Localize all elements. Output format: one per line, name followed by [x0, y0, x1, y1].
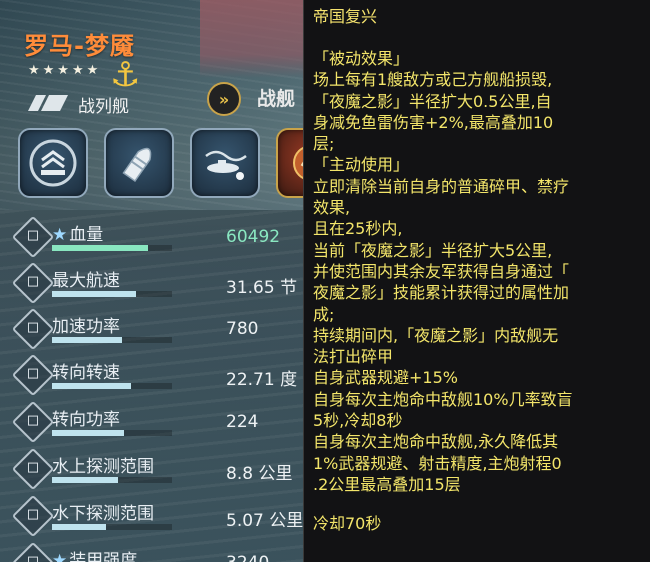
- stat-value: 5.07 公里: [226, 511, 303, 531]
- skill-tooltip: 帝国复兴 「被动效果」场上每有1艘敌方或己方舰船损毁, 「夜魔之影」半径扩大0.5…: [303, 0, 650, 562]
- stat-diamond-icon: [11, 353, 55, 397]
- chevron-right-icon[interactable]: »: [207, 82, 241, 116]
- tooltip-line: 成;: [313, 304, 335, 324]
- skill-icons-row: [18, 128, 303, 198]
- star-rating: ★★★★★: [28, 63, 102, 78]
- stat-diamond-icon: [11, 261, 55, 305]
- star-icon: ★: [52, 225, 68, 245]
- stat-label: 转向功率: [52, 405, 120, 430]
- tooltip-line: 身减免鱼雷伤害+2%,最高叠加10: [313, 112, 554, 132]
- star-icon: ★: [52, 551, 68, 562]
- tooltip-cooldown: 冷却70秒: [313, 514, 382, 534]
- stat-label: 加速功率: [52, 312, 120, 337]
- stat-diamond-icon: [11, 215, 55, 259]
- stat-bar: [52, 430, 172, 436]
- stat-diamond-icon: [11, 307, 55, 351]
- tooltip-description: 「被动效果」场上每有1艘敌方或己方舰船损毁, 「夜魔之影」半径扩大0.5公里,自身…: [313, 48, 650, 495]
- stat-label: 水下探测范围: [52, 499, 154, 524]
- stat-row: 水上探测范围 8.8 公里: [0, 446, 303, 492]
- stat-row: 转向转速 22.71 度: [0, 352, 303, 398]
- stat-row: ★装甲强度 3240: [0, 540, 303, 562]
- ship-detail-screen: 罗马-梦魇 ★★★★★ ⚓ 战列舰 » 战舰 ★ 血量 60492 最大航速 3…: [0, 0, 650, 562]
- battleship-class-icon: [28, 95, 68, 111]
- tooltip-line: 场上每有1艘敌方或己方舰船损毁,: [313, 70, 553, 90]
- stat-bar-fill: [52, 524, 106, 530]
- tooltip-line: 「被动效果」: [313, 49, 410, 68]
- tooltip-line: 立即清除当前自身的普通碎甲、禁疗: [313, 176, 570, 196]
- stat-label-text: 最大航速: [52, 271, 120, 291]
- stat-bar-fill: [52, 337, 122, 343]
- shell-icon[interactable]: [104, 128, 174, 198]
- stat-value: 31.65 节: [226, 278, 298, 298]
- stat-bar: [52, 291, 172, 297]
- compare-ship-button[interactable]: » 战舰: [205, 80, 303, 125]
- stat-label-text: 加速功率: [52, 317, 120, 337]
- tooltip-line: 持续期间内,「夜魔之影」内敌舰无: [313, 325, 559, 345]
- stat-bar: [52, 337, 172, 343]
- tooltip-line: 5秒,冷却8秒: [313, 411, 403, 431]
- ship-class-label: 战列舰: [78, 97, 129, 117]
- stat-label: ★ 血量: [52, 220, 103, 245]
- stat-bar-fill: [52, 477, 118, 483]
- stat-row: 加速功率 780: [0, 306, 303, 352]
- stat-label-text: 水上探测范围: [52, 457, 154, 477]
- stat-value: 3240: [226, 553, 269, 562]
- stat-row: 最大航速 31.65 节: [0, 260, 303, 306]
- stat-label-text: 转向功率: [52, 410, 120, 430]
- stat-diamond-icon: [11, 447, 55, 491]
- tooltip-line: 自身每次主炮命中敌舰10%几率致盲: [313, 389, 573, 409]
- tooltip-line: .2公里最高叠加15层: [313, 474, 461, 494]
- stat-value: 224: [226, 412, 259, 432]
- stat-bar: [52, 524, 172, 530]
- rank-emblem-icon[interactable]: [18, 128, 88, 198]
- stat-value: 60492: [226, 227, 281, 247]
- ship-info-panel: 罗马-梦魇 ★★★★★ ⚓ 战列舰 » 战舰 ★ 血量 60492 最大航速 3…: [0, 0, 303, 562]
- stat-bar: [52, 383, 172, 389]
- stat-row: 水下探测范围 5.07 公里: [0, 493, 303, 539]
- tooltip-line: 效果,: [313, 198, 351, 218]
- tooltip-title: 帝国复兴: [313, 7, 378, 26]
- stat-bar-fill: [52, 383, 132, 389]
- tooltip-line: 当前「夜魔之影」半径扩大5公里,: [313, 240, 553, 260]
- stat-label-text: 水下探测范围: [52, 504, 154, 524]
- stat-diamond-icon: [11, 400, 55, 444]
- tooltip-line: 1%武器规避、射击精度,主炮射程0: [313, 453, 562, 473]
- anchor-icon: ⚓: [110, 55, 141, 95]
- stat-label: 转向转速: [52, 358, 120, 383]
- submarine-icon[interactable]: [190, 128, 260, 198]
- tooltip-line: 层;: [313, 134, 335, 154]
- special-skill-icon[interactable]: [276, 128, 303, 198]
- stat-diamond-icon: [11, 494, 55, 538]
- tooltip-line: 法打出碎甲: [313, 347, 394, 367]
- background-decoration: [200, 0, 303, 78]
- compare-ship-label[interactable]: 战舰: [257, 84, 295, 111]
- tooltip-line: 「夜魔之影」半径扩大0.5公里,自: [313, 91, 552, 111]
- stat-bar: [52, 245, 172, 251]
- tooltip-line: 自身每次主炮命中敌舰,永久降低其: [313, 432, 559, 452]
- stat-label-text: 装甲强度: [69, 551, 138, 562]
- stat-value: 8.8 公里: [226, 464, 293, 484]
- stat-row: 转向功率 224: [0, 399, 303, 445]
- tooltip-line: 并使范围内其余友军获得自身通过「: [313, 261, 570, 281]
- stat-diamond-icon: [11, 541, 55, 562]
- stat-label: ★ 装甲强度: [52, 546, 137, 562]
- stat-label: 水上探测范围: [52, 452, 154, 477]
- tooltip-line: 夜魔之影」技能累计获得过的属性加: [313, 283, 570, 303]
- stat-bar-fill: [52, 245, 148, 251]
- stat-value: 780: [226, 319, 259, 339]
- stat-label: 最大航速: [52, 266, 120, 291]
- stat-value: 22.71 度: [226, 370, 298, 390]
- stat-bar: [52, 477, 172, 483]
- stat-bar-fill: [52, 291, 136, 297]
- tooltip-line: 自身武器规避+15%: [313, 368, 458, 388]
- stat-bar-fill: [52, 430, 124, 436]
- stat-label-text: 转向转速: [52, 363, 120, 383]
- tooltip-line: 「主动使用」: [313, 155, 410, 175]
- tooltip-line: 且在25秒内,: [313, 219, 403, 239]
- stat-label-text: 血量: [69, 225, 104, 245]
- stat-row: ★ 血量 60492: [0, 214, 303, 260]
